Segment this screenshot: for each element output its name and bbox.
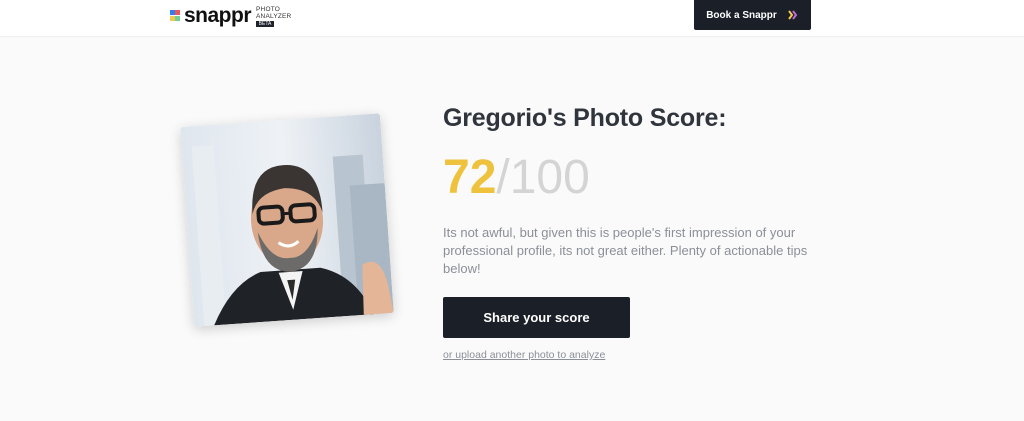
score-display: 72/100 — [443, 150, 590, 206]
share-score-button[interactable]: Share your score — [443, 297, 630, 338]
snappr-logo[interactable]: snappr PHOTO ANALYZER BETA — [170, 4, 291, 28]
beta-badge: BETA — [256, 20, 275, 27]
brand-sub-line2: ANALYZER — [256, 12, 292, 20]
sparkle-icon — [787, 10, 799, 20]
profile-photo — [180, 113, 394, 327]
score-separator: / — [496, 151, 510, 204]
photo-score-title: Gregorio's Photo Score: — [443, 104, 727, 132]
score-value: 72 — [443, 151, 497, 204]
upload-another-photo-link[interactable]: or upload another photo to analyze — [443, 349, 605, 361]
top-bar: snappr PHOTO ANALYZER BETA Book a Snappr — [0, 0, 1024, 37]
score-description: Its not awful, but given this is people'… — [443, 225, 808, 276]
brand-subtitle: PHOTO ANALYZER BETA — [256, 6, 291, 27]
score-max: 100 — [509, 151, 590, 204]
logo-mark-icon — [170, 10, 180, 22]
book-snappr-button[interactable]: Book a Snappr — [694, 0, 811, 30]
share-button-label: Share your score — [483, 310, 590, 325]
brand-name: snappr — [184, 4, 252, 27]
book-button-label: Book a Snappr — [706, 9, 777, 21]
brand-sub-line1: PHOTO — [256, 5, 281, 13]
